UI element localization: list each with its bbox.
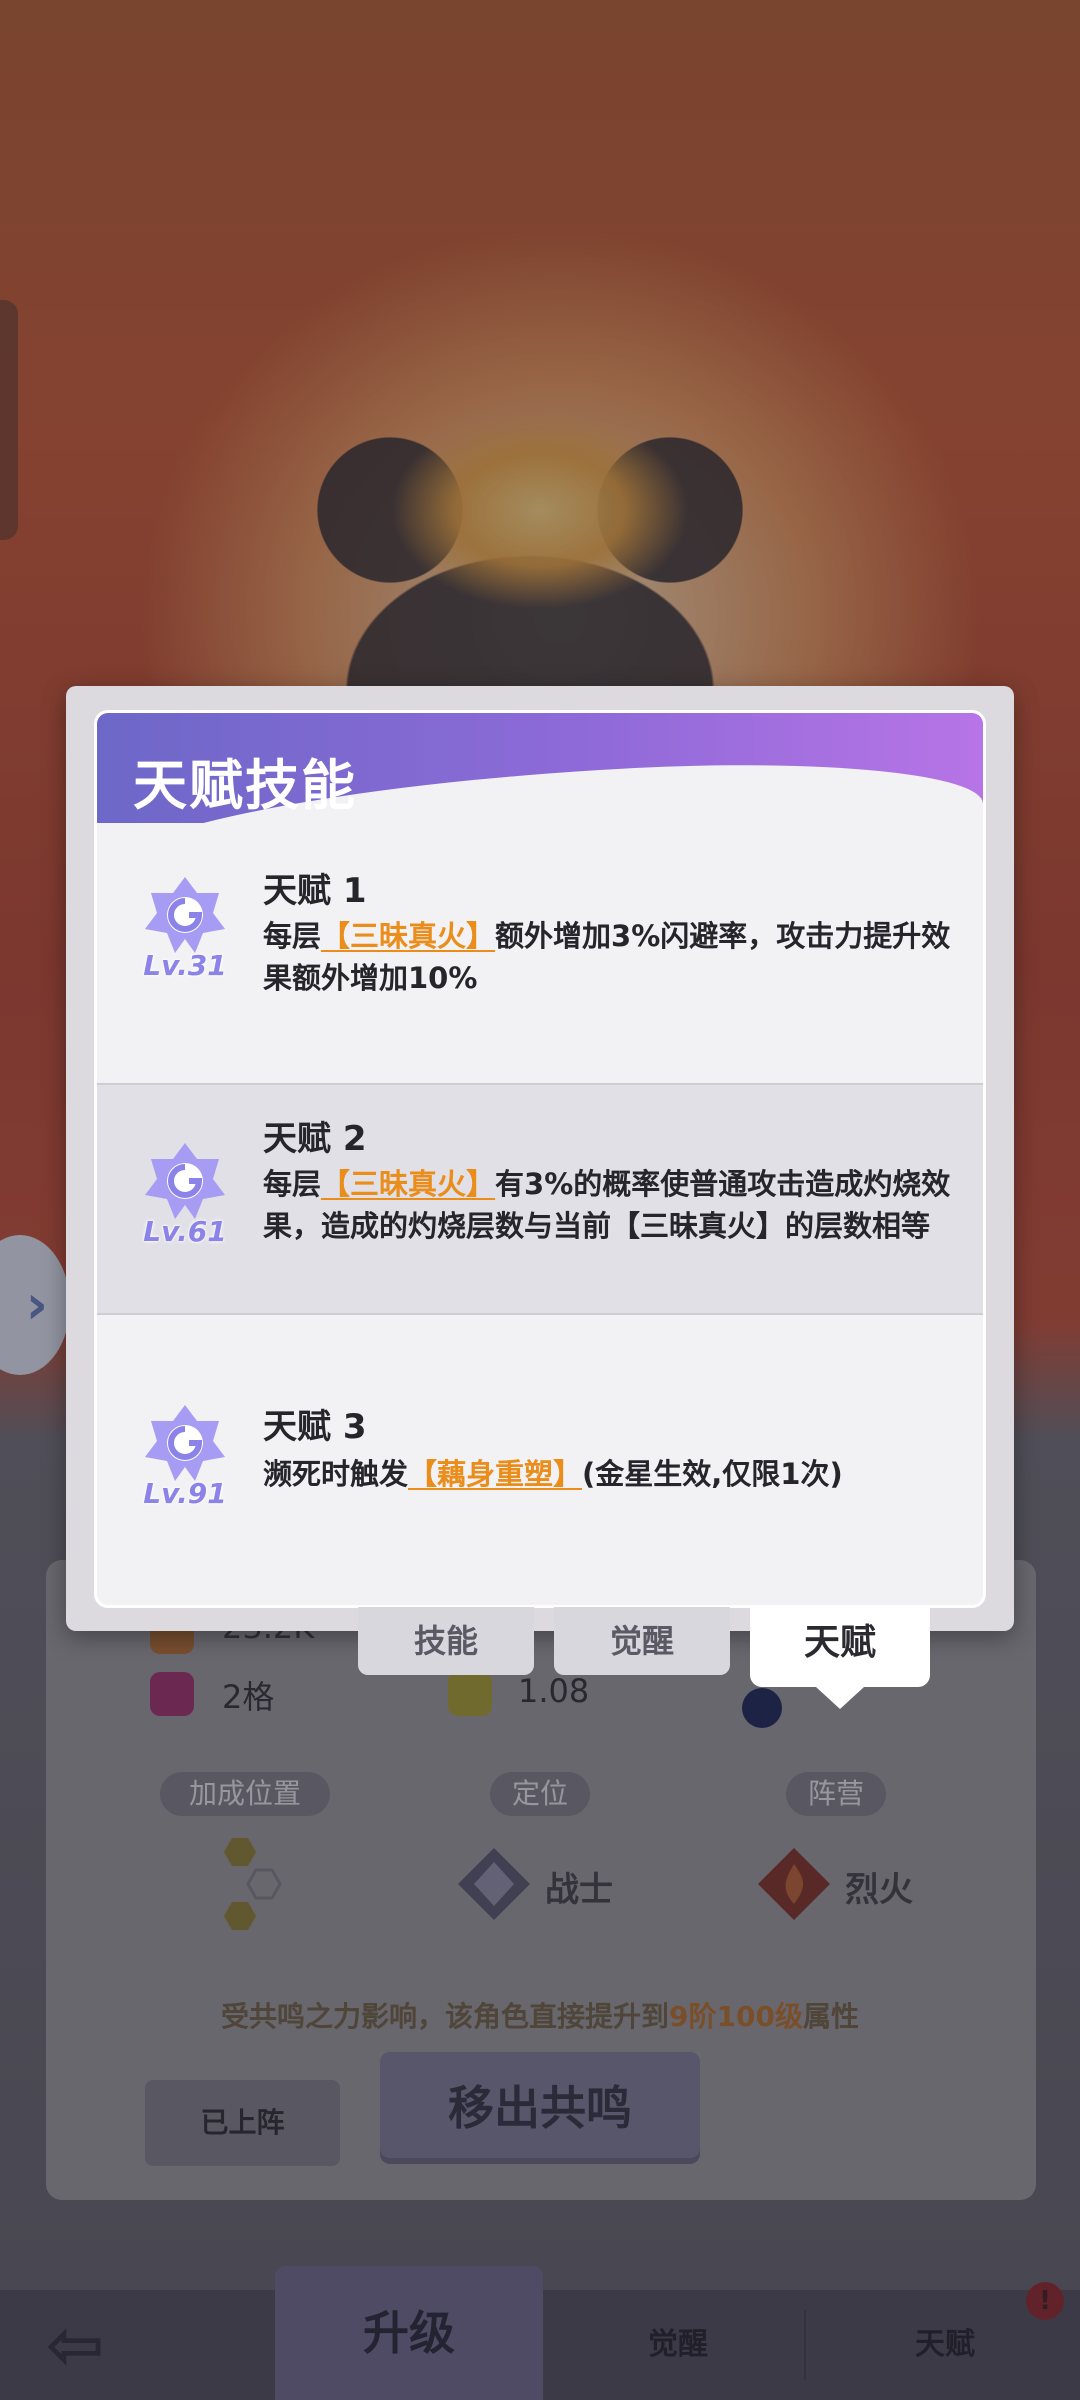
- talent-row-3: Lv.91 天赋 3 濒死时触发【藕身重塑】(金星生效,仅限1次): [97, 1315, 983, 1605]
- talent-3-desc: 濒死时触发【藕身重塑】(金星生效,仅限1次): [263, 1453, 953, 1495]
- talent-row-2: Lv.61 天赋 2 每层【三昧真火】有3%的概率使普通攻击造成灼烧效果，造成的…: [97, 1085, 983, 1313]
- talent-2-level: Lv.61: [143, 1215, 227, 1248]
- talent-3-badge: Lv.91: [143, 1401, 227, 1519]
- talent-emblem-icon: [145, 877, 225, 953]
- talent-3-keyword[interactable]: 【藕身重塑】: [408, 1457, 582, 1491]
- talent-3-desc-suffix: (金星生效,仅限1次): [582, 1457, 843, 1491]
- talent-2-keyword[interactable]: 【三昧真火】: [321, 1167, 495, 1201]
- tab-talent[interactable]: 天赋: [750, 1607, 930, 1709]
- talent-1-level: Lv.31: [143, 949, 227, 982]
- talent-3-level: Lv.91: [143, 1477, 227, 1510]
- modal-title: 天赋技能: [133, 754, 357, 817]
- talent-2-badge: Lv.61: [143, 1139, 227, 1257]
- talent-2-desc: 每层【三昧真火】有3%的概率使普通攻击造成灼烧效果，造成的灼烧层数与当前【三昧真…: [263, 1163, 953, 1247]
- talent-3-desc-prefix: 濒死时触发: [263, 1457, 409, 1491]
- talent-1-desc-prefix: 每层: [263, 919, 322, 953]
- tab-skill[interactable]: 技能: [358, 1607, 534, 1675]
- talent-1-name: 天赋 1: [263, 871, 367, 911]
- talent-2-name: 天赋 2: [263, 1119, 367, 1159]
- talent-1-badge: Lv.31: [143, 873, 227, 991]
- talent-emblem-icon: [145, 1143, 225, 1219]
- talent-1-desc: 每层【三昧真火】额外增加3%闪避率，攻击力提升效果额外增加10%: [263, 915, 953, 999]
- tab-awaken[interactable]: 觉醒: [554, 1607, 730, 1675]
- talent-modal: 天赋技能 Lv.31 天赋 1 每层【三昧真火】额外增加3%闪避率，攻击力提升效…: [94, 710, 986, 1608]
- talent-1-keyword[interactable]: 【三昧真火】: [321, 919, 495, 953]
- talent-2-desc-prefix: 每层: [263, 1167, 322, 1201]
- talent-emblem-icon: [145, 1405, 225, 1481]
- talent-row-1: Lv.31 天赋 1 每层【三昧真火】额外增加3%闪避率，攻击力提升效果额外增加…: [97, 833, 983, 1033]
- talent-3-name: 天赋 3: [263, 1407, 367, 1447]
